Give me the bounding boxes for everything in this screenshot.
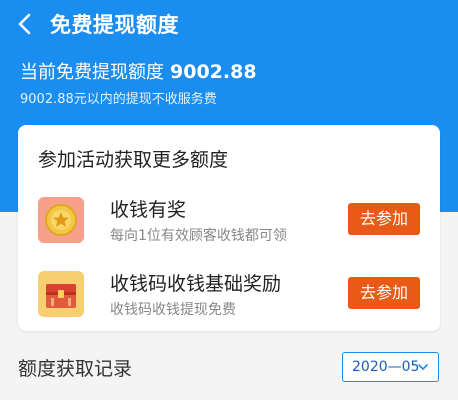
activity-name: 收钱有奖 xyxy=(110,199,187,221)
activity-item: 收钱有奖 每向1位有效顾客收钱都可领 去参加 xyxy=(18,189,440,249)
month-select[interactable]: 2020—05 xyxy=(342,352,439,382)
treasure-chest-icon xyxy=(38,271,84,317)
join-button[interactable]: 去参加 xyxy=(348,203,420,235)
records-title: 额度获取记录 xyxy=(18,358,133,380)
month-select-value: 2020—05 xyxy=(352,359,420,375)
activity-item: 收钱码收钱基础奖励 收钱码收钱提现免费 去参加 xyxy=(18,263,440,323)
medal-coin-icon xyxy=(38,197,84,243)
quota-amount: 9002.88 xyxy=(170,61,257,83)
back-arrow-icon[interactable] xyxy=(14,12,36,36)
quota-line: 当前免费提现额度 9002.88 xyxy=(20,58,257,84)
activities-title: 参加活动获取更多额度 xyxy=(38,149,229,171)
activity-name: 收钱码收钱基础奖励 xyxy=(110,273,282,295)
quota-label: 当前免费提现额度 xyxy=(20,62,164,83)
activities-card: 参加活动获取更多额度 收钱有奖 每向1位有效顾客收钱都可领 去参加 收钱码收钱基… xyxy=(18,125,440,331)
join-button[interactable]: 去参加 xyxy=(348,277,420,309)
activity-desc: 收钱码收钱提现免费 xyxy=(110,302,236,318)
page-title: 免费提现额度 xyxy=(50,13,179,37)
quota-note: 9002.88元以内的提现不收服务费 xyxy=(20,92,217,107)
chevron-down-icon xyxy=(418,364,428,370)
activity-desc: 每向1位有效顾客收钱都可领 xyxy=(110,228,287,244)
navbar: 免费提现额度 xyxy=(0,0,458,48)
records-bar: 额度获取记录 2020—05 xyxy=(0,340,458,400)
